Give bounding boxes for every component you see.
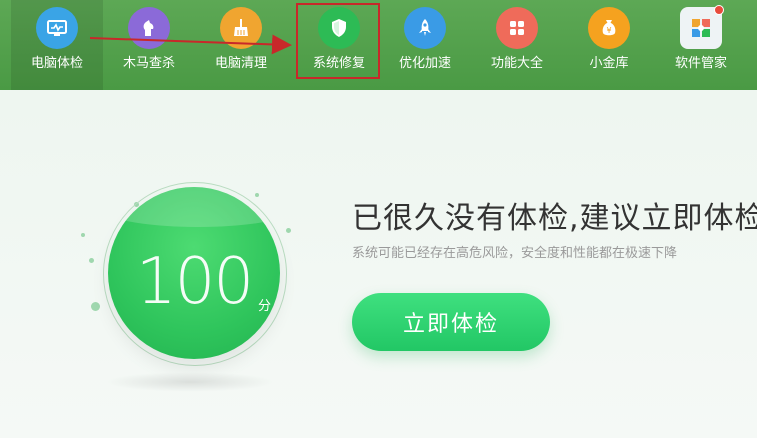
gauge-shadow — [105, 372, 275, 392]
score-unit: 分 — [258, 299, 272, 314]
annotation-arrow — [89, 34, 292, 55]
start-checkup-button[interactable]: 立即体检 — [352, 293, 550, 351]
score-gauge: 100 分 — [88, 175, 298, 385]
checkup-subline: 系统可能已经存在高危风险，安全度和性能都在极速下降 — [352, 246, 678, 261]
top-navigation-bar: 电脑体检 木马查杀 电脑清理 系统修复 优化加速 功能大全 ¥ 小金库 软件管家 — [0, 0, 757, 90]
checkup-headline: 已很久没有体检,建议立即体检 — [352, 201, 757, 236]
decorative-dot — [81, 233, 85, 237]
score-value: 100 — [135, 245, 254, 319]
gauge-circle: 100 分 — [108, 187, 280, 359]
gauge-wave — [108, 187, 280, 227]
